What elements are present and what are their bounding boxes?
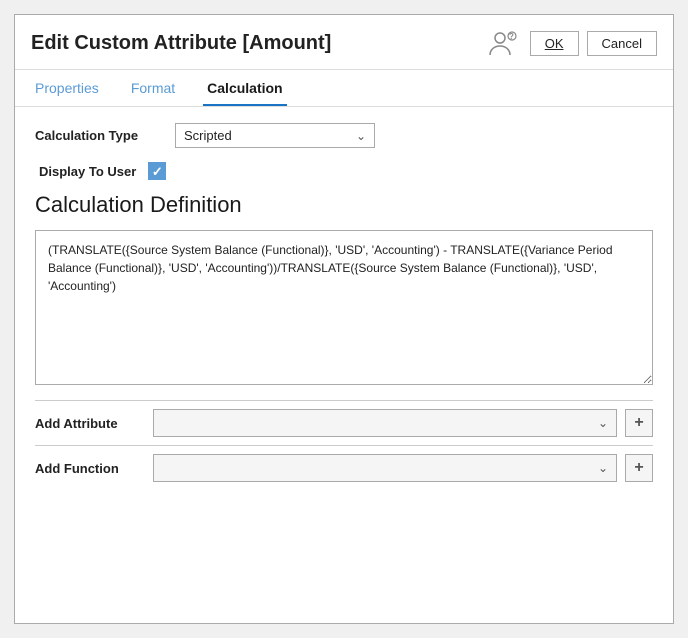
add-attribute-plus-icon: + [634,414,643,432]
add-function-row: Add Function ⌄ + [35,445,653,490]
add-attribute-row: Add Attribute ⌄ + [35,400,653,445]
add-function-select[interactable]: ⌄ [153,454,617,482]
add-attribute-label: Add Attribute [35,416,145,431]
dialog-header: Edit Custom Attribute [Amount] ? OK Canc… [15,15,673,70]
header-actions: ? OK Cancel [486,27,657,59]
add-attribute-chevron-icon: ⌄ [598,416,608,430]
add-attribute-select[interactable]: ⌄ [153,409,617,437]
section-title: Calculation Definition [35,192,653,218]
dialog-body: Calculation Type Scripted ⌄ Display To U… [15,107,673,623]
checkmark-icon: ✓ [152,165,163,178]
edit-custom-attribute-dialog: Edit Custom Attribute [Amount] ? OK Canc… [14,14,674,624]
calc-type-select[interactable]: Scripted ⌄ [175,123,375,148]
tab-properties[interactable]: Properties [31,70,103,106]
add-function-label: Add Function [35,461,145,476]
display-to-user-row: Display To User ✓ [35,162,653,180]
calc-type-value: Scripted [184,128,232,143]
add-function-chevron-icon: ⌄ [598,461,608,475]
tabs-bar: Properties Format Calculation [15,70,673,107]
cancel-button[interactable]: Cancel [587,31,657,56]
add-function-plus-icon: + [634,459,643,477]
display-to-user-checkbox[interactable]: ✓ [148,162,166,180]
calc-type-label: Calculation Type [35,128,175,143]
calculation-definition-textarea[interactable]: (TRANSLATE({Source System Balance (Funct… [35,230,653,385]
add-attribute-button[interactable]: + [625,409,653,437]
ok-button[interactable]: OK [530,31,579,56]
tab-calculation[interactable]: Calculation [203,70,286,106]
code-area-wrapper: (TRANSLATE({Source System Balance (Funct… [35,230,653,388]
add-function-button[interactable]: + [625,454,653,482]
calc-type-row: Calculation Type Scripted ⌄ [35,123,653,148]
svg-text:?: ? [509,32,514,41]
calc-type-chevron-icon: ⌄ [356,129,366,143]
user-icon-button[interactable]: ? [486,27,522,59]
dialog-title: Edit Custom Attribute [Amount] [31,32,331,55]
display-to-user-label: Display To User [39,164,136,179]
tab-format[interactable]: Format [127,70,179,106]
